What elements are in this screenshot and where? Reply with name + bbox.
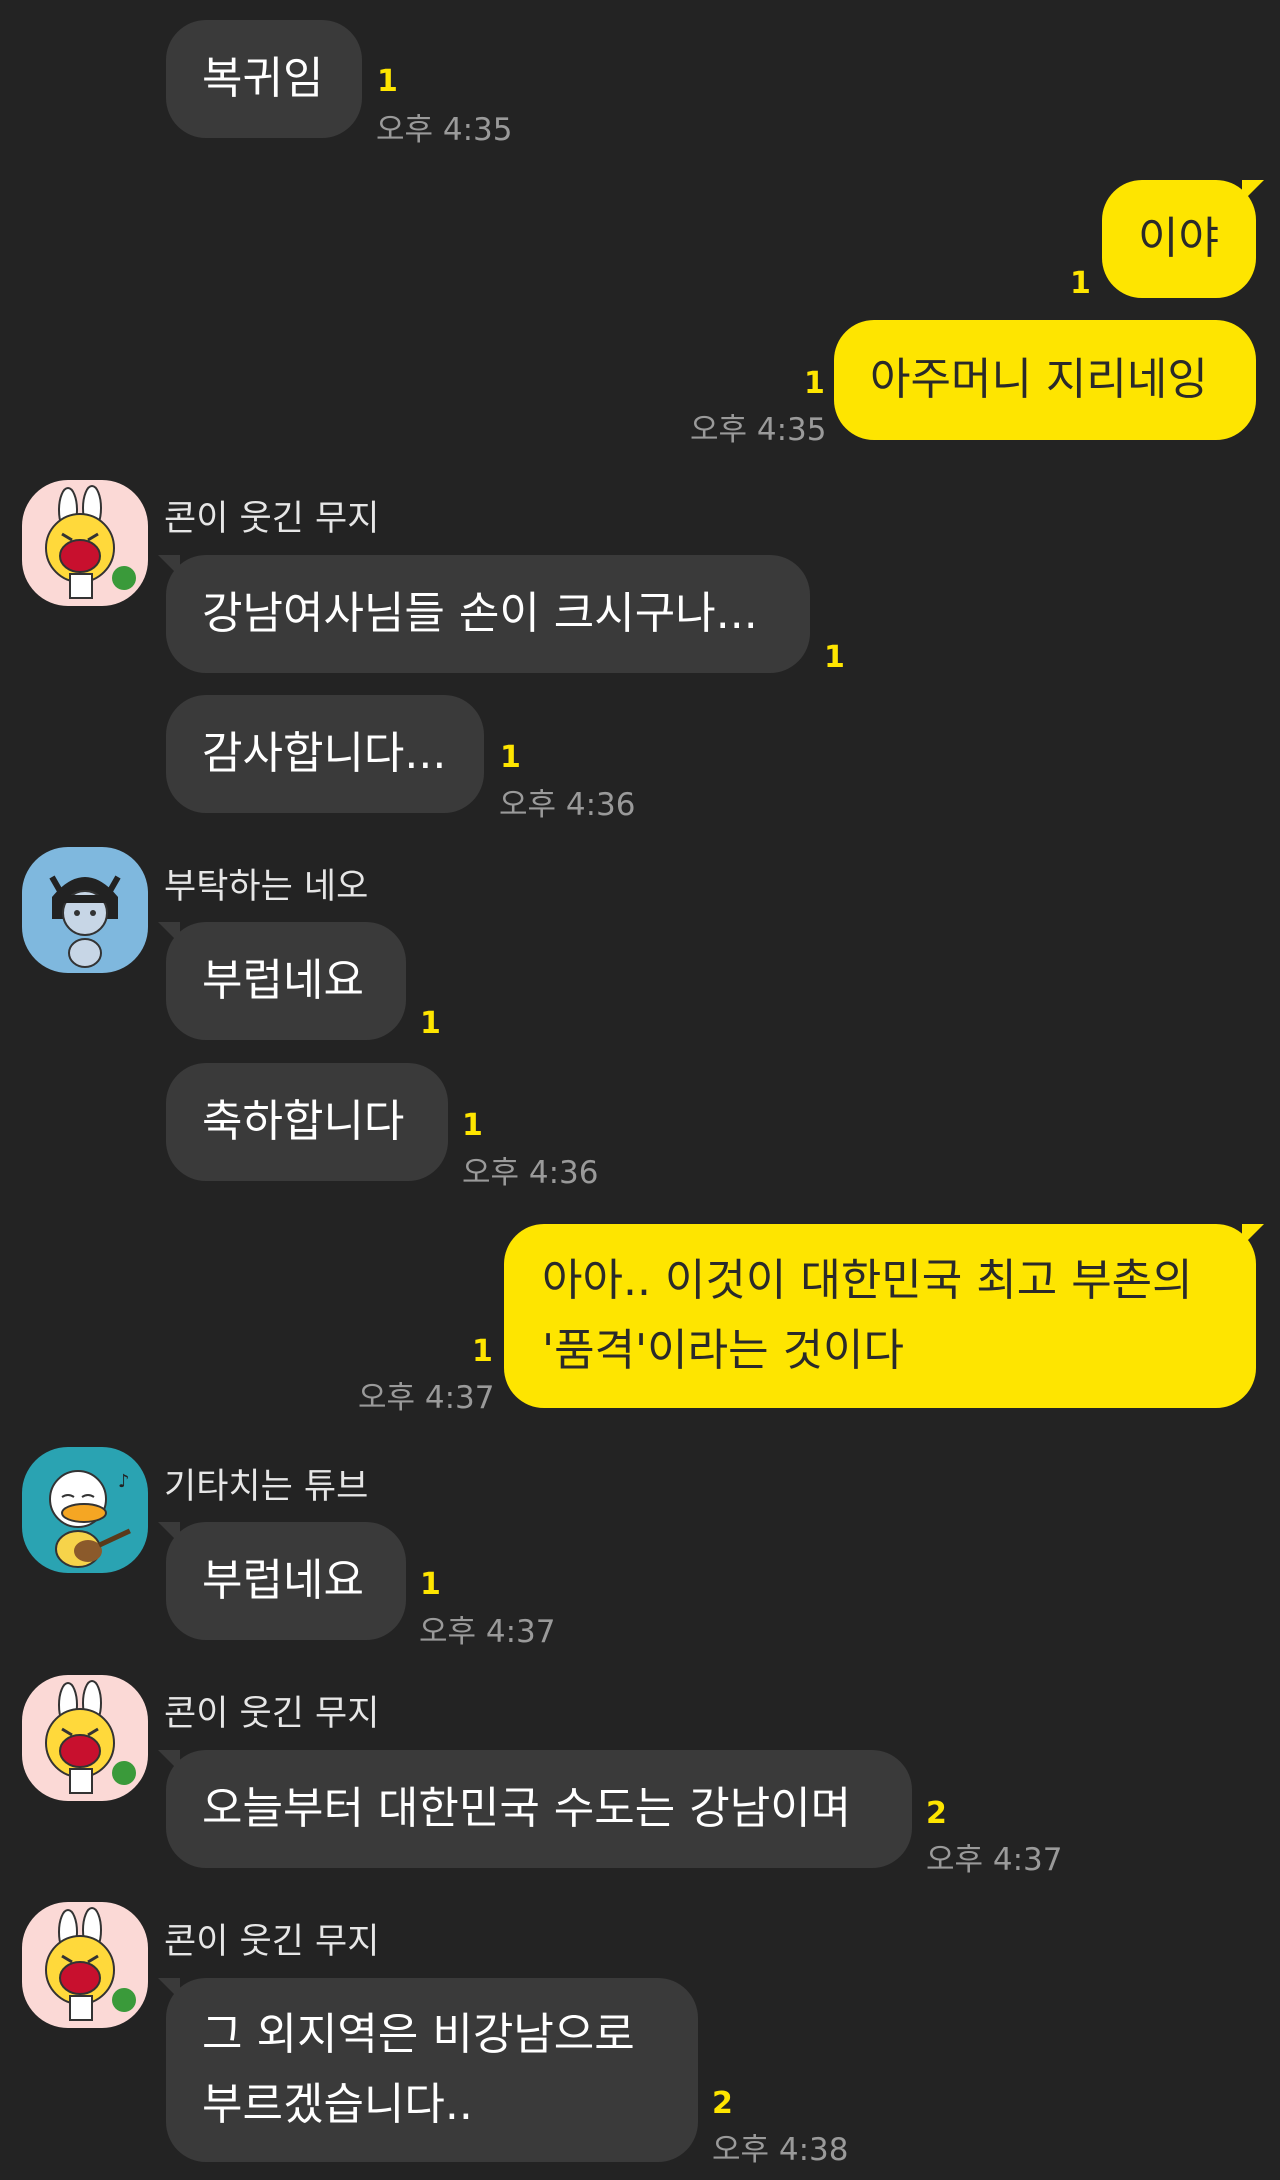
- message-bubble[interactable]: 이야: [1102, 180, 1264, 298]
- unread-count: 2: [926, 1796, 947, 1831]
- message-bubble[interactable]: 복귀임: [166, 20, 362, 138]
- muzi-laughing-avatar-icon: [22, 1902, 148, 2028]
- timestamp: 오후 4:37: [926, 1842, 1063, 1878]
- message-text-line: '품격'이라는 것이다: [542, 1325, 905, 1376]
- message-bubble[interactable]: 아주머니 지리네잉: [834, 320, 1256, 440]
- timestamp: 오후 4:36: [499, 787, 636, 823]
- message-text: 감사합니다...: [202, 728, 447, 779]
- message-bubble[interactable]: 오늘부터 대한민국 수도는 강남이며: [158, 1750, 912, 1868]
- sender-name: 콘이 웃긴 무지: [164, 1694, 380, 1734]
- sender-name: 콘이 웃긴 무지: [164, 1922, 380, 1962]
- sender-avatar[interactable]: [22, 847, 148, 973]
- message-text: 강남여사님들 손이 크시구나...: [202, 588, 758, 639]
- svg-text:♪: ♪: [118, 1471, 130, 1492]
- message-text: 아주머니 지리네잉: [870, 354, 1208, 405]
- unread-count: 1: [420, 1567, 441, 1602]
- message-text-line: 부르겠습니다..: [202, 2079, 473, 2130]
- muzi-laughing-avatar-icon: [22, 480, 148, 606]
- message-text: 부럽네요: [202, 1555, 364, 1606]
- timestamp: 오후 4:36: [462, 1155, 599, 1191]
- timestamp: 오후 4:37: [419, 1614, 556, 1650]
- message-text: 그 외지역은 비강남으로 부르겠습니다..: [202, 2000, 635, 2140]
- message-text: 축하합니다: [202, 1096, 405, 1147]
- tube-guitar-avatar-icon: ♪: [22, 1447, 148, 1573]
- unread-count: 1: [824, 640, 845, 675]
- sender-avatar[interactable]: ♪: [22, 1447, 148, 1573]
- message-bubble[interactable]: 아아.. 이것이 대한민국 최고 부촌의 '품격'이라는 것이다: [504, 1224, 1264, 1408]
- unread-count: 2: [712, 2086, 733, 2121]
- sender-avatar[interactable]: [22, 1675, 148, 1801]
- sender-avatar[interactable]: [22, 480, 148, 606]
- message-text: 오늘부터 대한민국 수도는 강남이며: [202, 1783, 852, 1834]
- message-bubble[interactable]: 감사합니다...: [166, 695, 484, 813]
- message-bubble[interactable]: 축하합니다: [166, 1063, 448, 1181]
- message-text: 이야: [1138, 213, 1219, 264]
- timestamp: 오후 4:37: [358, 1380, 495, 1416]
- sender-avatar[interactable]: [22, 1902, 148, 2028]
- message-text: 아아.. 이것이 대한민국 최고 부촌의 '품격'이라는 것이다: [542, 1246, 1193, 1386]
- message-bubble[interactable]: 그 외지역은 비강남으로 부르겠습니다..: [158, 1978, 698, 2162]
- sender-name: 콘이 웃긴 무지: [164, 499, 380, 539]
- timestamp: 오후 4:35: [690, 412, 827, 448]
- timestamp: 오후 4:35: [376, 112, 513, 148]
- unread-count: 1: [1070, 266, 1091, 301]
- timestamp: 오후 4:38: [712, 2132, 849, 2168]
- message-text-line: 아아.. 이것이 대한민국 최고 부촌의: [542, 1255, 1193, 1306]
- message-text: 부럽네요: [202, 955, 364, 1006]
- unread-count: 1: [377, 64, 398, 99]
- unread-count: 1: [420, 1006, 441, 1041]
- muzi-laughing-avatar-icon: [22, 1675, 148, 1801]
- unread-count: 1: [500, 740, 521, 775]
- sender-name: 부탁하는 네오: [164, 867, 369, 907]
- message-bubble[interactable]: 강남여사님들 손이 크시구나...: [158, 555, 810, 673]
- message-bubble[interactable]: 부럽네요: [158, 1522, 406, 1640]
- unread-count: 1: [462, 1108, 483, 1143]
- neo-pleading-avatar-icon: [22, 847, 148, 973]
- message-bubble[interactable]: 부럽네요: [158, 922, 406, 1040]
- unread-count: 1: [804, 366, 825, 401]
- message-text-line: 그 외지역은 비강남으로: [202, 2009, 635, 2060]
- sender-name: 기타치는 튜브: [164, 1467, 369, 1507]
- message-text: 복귀임: [202, 53, 324, 104]
- unread-count: 1: [472, 1334, 493, 1369]
